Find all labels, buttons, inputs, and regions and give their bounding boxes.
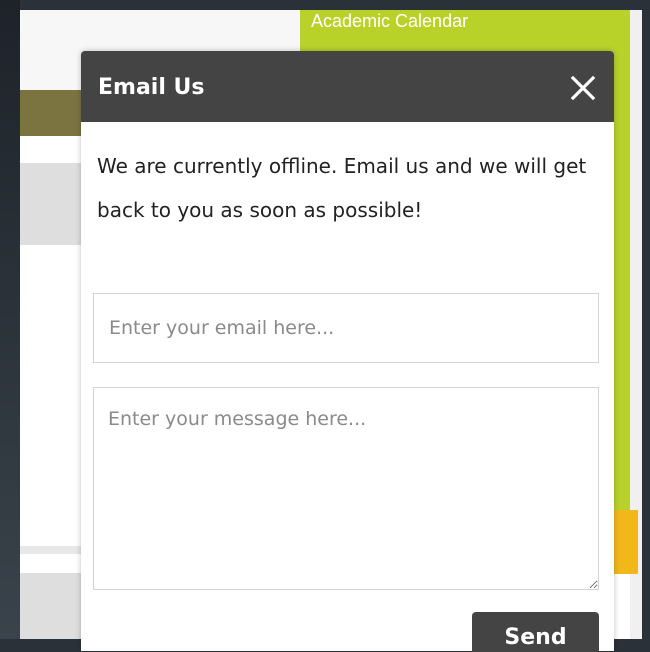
background-panel-lower — [20, 573, 82, 639]
message-field[interactable] — [93, 387, 599, 590]
background-divider — [20, 546, 82, 554]
page-backdrop-right — [642, 0, 650, 639]
offline-message: We are currently offline. Email us and w… — [97, 154, 587, 222]
dialog-header: Email Us — [81, 51, 614, 122]
dialog-body: We are currently offline. Email us and w… — [81, 122, 614, 232]
page-backdrop-top — [0, 0, 650, 10]
email-field[interactable] — [93, 293, 599, 363]
close-icon[interactable] — [570, 75, 596, 101]
background-panel — [20, 163, 82, 245]
email-us-dialog: Email Us We are currently offline. Email… — [81, 51, 614, 652]
academic-calendar-link[interactable]: Academic Calendar — [311, 11, 468, 32]
background-nav-bar — [20, 90, 82, 136]
page-backdrop-left — [0, 0, 20, 639]
send-button[interactable]: Send — [472, 612, 599, 652]
background-sidebar-edge — [612, 10, 630, 510]
dialog-title: Email Us — [98, 75, 205, 100]
background-tab — [612, 510, 638, 574]
